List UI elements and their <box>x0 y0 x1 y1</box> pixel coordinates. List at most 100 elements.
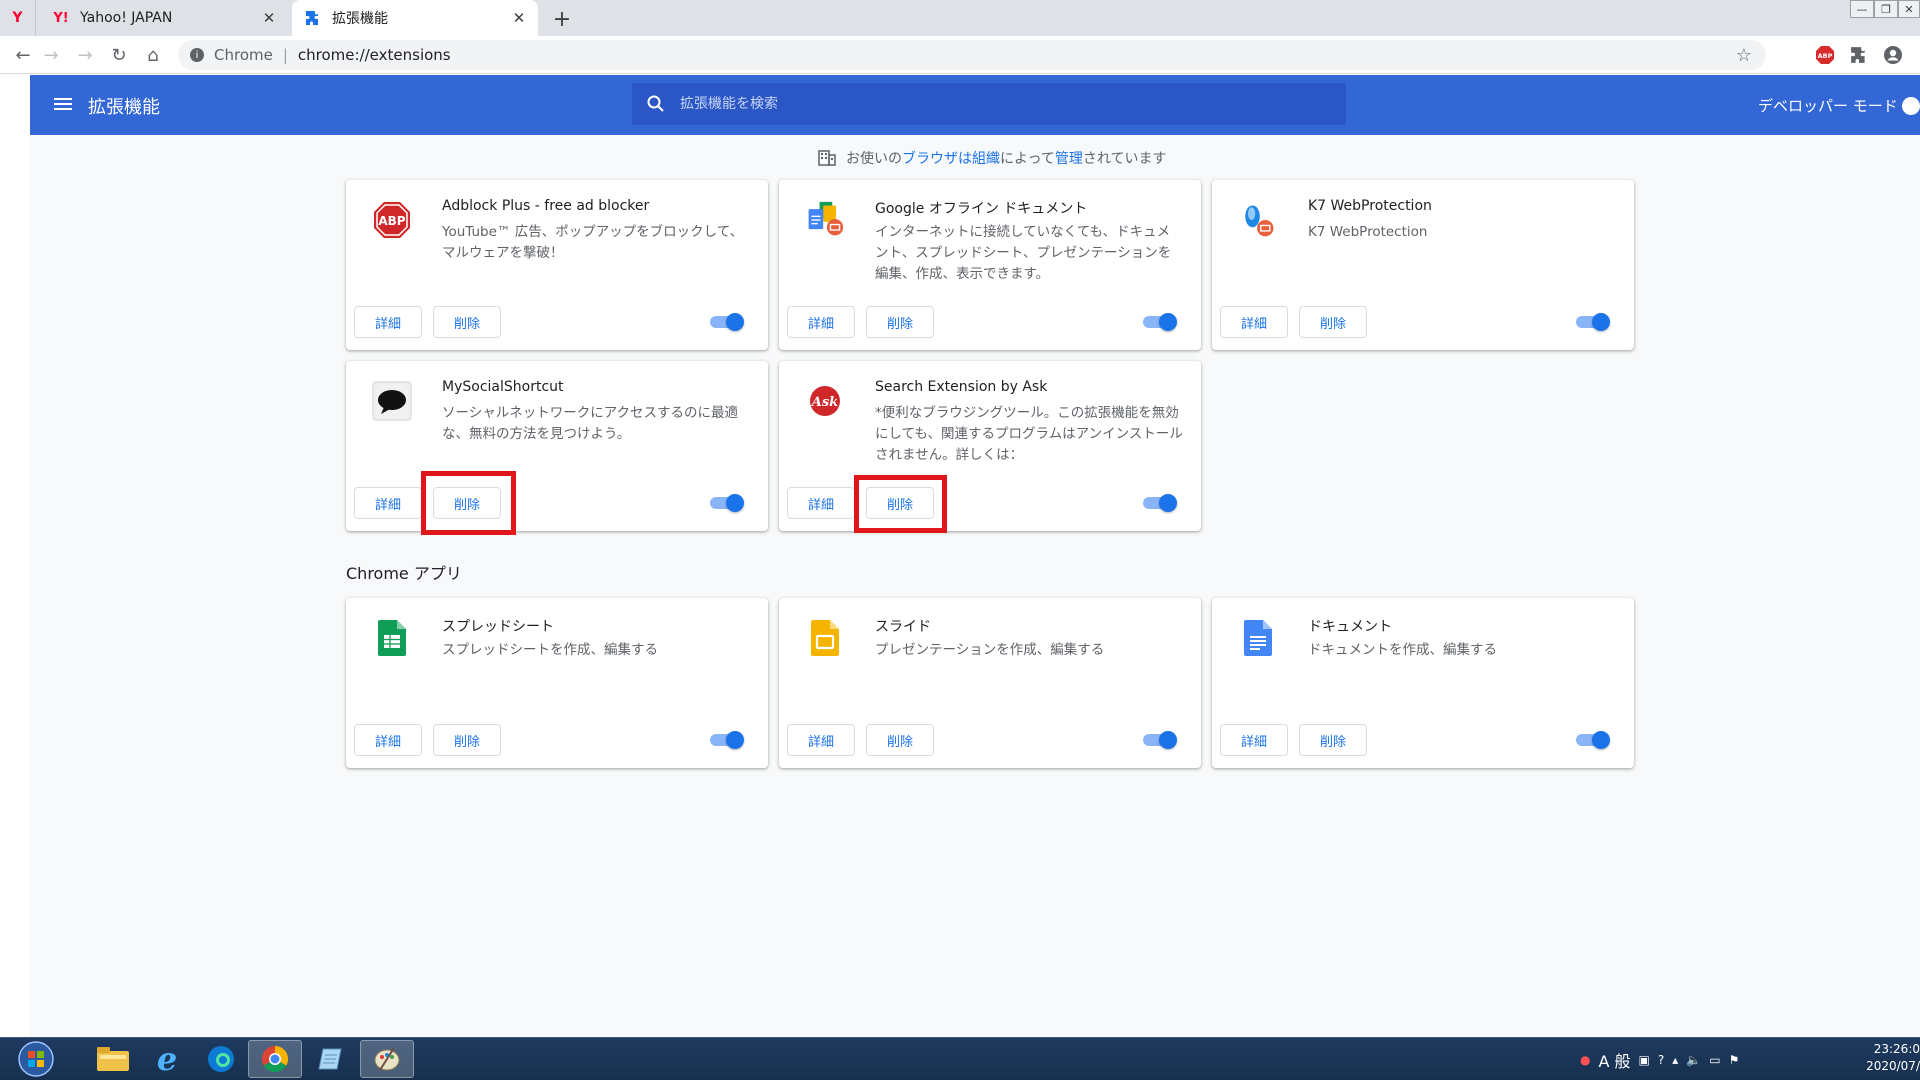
svg-text:ABP: ABP <box>378 214 405 228</box>
ime-indicator[interactable]: A 般 <box>1598 1048 1630 1072</box>
extensions-header: 拡張機能 デベロッパー モード <box>30 75 1920 135</box>
help-icon[interactable]: ? <box>1658 1053 1664 1067</box>
sheets-icon <box>372 618 412 658</box>
tab-extensions[interactable]: 拡張機能 ✕ <box>292 0 538 36</box>
network-icon[interactable]: ▭ <box>1709 1053 1720 1067</box>
slides-icon <box>805 618 845 658</box>
extension-name: Search Extension by Ask <box>875 379 1048 395</box>
tray-expand-icon[interactable]: ▴ <box>1672 1053 1678 1067</box>
paint-icon[interactable] <box>360 1040 414 1078</box>
app-toggle[interactable] <box>1576 731 1610 749</box>
managed-text-prefix: お使いの <box>846 151 902 167</box>
search-box[interactable] <box>632 83 1346 125</box>
close-window-button[interactable]: ✕ <box>1898 0 1920 18</box>
profile-avatar-icon[interactable] <box>1882 44 1904 66</box>
remove-button[interactable]: 削除 <box>433 724 501 756</box>
app-toggle[interactable] <box>710 731 744 749</box>
app-description: スプレッドシートを作成、編集する <box>442 642 658 658</box>
back-icon[interactable]: ← <box>10 42 36 68</box>
notification-icon[interactable]: ● <box>1580 1053 1590 1067</box>
action-center-flag-icon[interactable]: ⚑ <box>1729 1053 1740 1067</box>
details-button[interactable]: 詳細 <box>787 306 855 338</box>
new-tab-button[interactable]: + <box>548 5 576 33</box>
managed-notice: お使いの ブラウザは組織 によって 管理 されています <box>818 148 1166 168</box>
developer-mode-toggle[interactable] <box>1902 97 1920 115</box>
speech-bubble-icon <box>372 381 412 421</box>
developer-mode-label: デベロッパー モード <box>1758 97 1898 115</box>
details-button[interactable]: 詳細 <box>354 724 422 756</box>
close-icon[interactable]: ✕ <box>258 7 280 29</box>
extension-toggle[interactable] <box>1576 313 1610 331</box>
managed-link-manage[interactable]: 管理 <box>1055 148 1083 168</box>
notepad-icon[interactable] <box>304 1040 358 1078</box>
home-icon[interactable]: ⌂ <box>140 42 166 68</box>
search-icon <box>647 95 664 112</box>
puzzle-icon <box>304 9 322 27</box>
minimize-button[interactable]: — <box>1850 0 1874 18</box>
remove-button[interactable]: 削除 <box>866 724 934 756</box>
extension-card-adblock: ABP Adblock Plus - free ad blocker YouTu… <box>346 180 768 350</box>
address-url: chrome://extensions <box>297 46 451 64</box>
abp-icon: ABP <box>372 200 412 240</box>
extension-card-mysocialshortcut: MySocialShortcut ソーシャルネットワークにアクセスするのに最適な… <box>346 361 768 531</box>
extension-description: ソーシャルネットワークにアクセスするのに最適な、無料の方法を見つけよう。 <box>442 405 739 442</box>
search-input[interactable] <box>680 96 1320 112</box>
file-explorer-icon[interactable] <box>86 1040 140 1078</box>
extension-card-google-offline-docs: Google オフライン ドキュメント インターネットに接続していなくても、ドキ… <box>779 180 1201 350</box>
app-name: スプレッドシート <box>442 619 554 635</box>
abp-extension-icon[interactable]: ABP <box>1814 44 1836 66</box>
google-docs-offline-icon <box>805 200 845 240</box>
details-button[interactable]: 詳細 <box>1220 724 1288 756</box>
remove-button[interactable]: 削除 <box>1299 306 1367 338</box>
site-info-icon[interactable]: i <box>190 48 204 62</box>
internet-explorer-icon[interactable]: e <box>140 1040 194 1078</box>
details-button[interactable]: 詳細 <box>1220 306 1288 338</box>
close-icon[interactable]: ✕ <box>508 7 530 29</box>
svg-text:ABP: ABP <box>1818 52 1833 60</box>
tab-yahoo[interactable]: Y! Yahoo! JAPAN ✕ <box>40 0 288 36</box>
managed-link-browser[interactable]: ブラウザは組織 <box>902 148 1000 168</box>
extensions-puzzle-icon[interactable] <box>1848 44 1870 66</box>
taskbar-clock[interactable]: 23:26:0 2020/07/ <box>1860 1041 1920 1075</box>
address-bar[interactable]: i Chrome | chrome://extensions ☆ <box>178 40 1766 70</box>
system-tray: ● A 般 ▣ ? ▴ 🔈 ▭ ⚑ <box>1580 1048 1739 1072</box>
chrome-taskbar-icon[interactable] <box>248 1040 302 1078</box>
extension-toggle[interactable] <box>710 494 744 512</box>
docs-icon <box>1238 618 1278 658</box>
maximize-button[interactable]: ❐ <box>1874 0 1898 18</box>
edge-icon[interactable] <box>194 1040 248 1078</box>
start-button[interactable] <box>0 1040 72 1078</box>
highlight-box-ask-remove <box>854 475 947 533</box>
extension-description: YouTube™ 広告、ポップアップをブロックして、マルウェアを撃破！ <box>442 224 744 261</box>
left-margin <box>0 75 30 1037</box>
tab-strip: Y Y! Yahoo! JAPAN ✕ 拡張機能 ✕ + — ❐ ✕ <box>0 0 1920 36</box>
extension-toggle[interactable] <box>1143 494 1177 512</box>
clock-date: 2020/07/ <box>1866 1059 1920 1073</box>
reload-icon[interactable]: ↻ <box>106 42 132 68</box>
hamburger-menu-icon[interactable] <box>54 95 76 115</box>
remove-button[interactable]: 削除 <box>433 306 501 338</box>
clock-time: 23:26:0 <box>1873 1042 1920 1056</box>
volume-icon[interactable]: 🔈 <box>1686 1053 1701 1067</box>
extension-description: K7 WebProtection <box>1308 224 1428 240</box>
remove-button[interactable]: 削除 <box>1299 724 1367 756</box>
details-button[interactable]: 詳細 <box>354 306 422 338</box>
yahoo-icon: Y! <box>53 10 69 26</box>
details-button[interactable]: 詳細 <box>354 487 422 519</box>
details-button[interactable]: 詳細 <box>787 487 855 519</box>
extension-toggle[interactable] <box>1143 313 1177 331</box>
app-toggle[interactable] <box>1143 731 1177 749</box>
remove-button[interactable]: 削除 <box>866 306 934 338</box>
tab-title: Yahoo! JAPAN <box>80 10 173 26</box>
forward-icon[interactable]: → <box>38 42 64 68</box>
extension-name: Google オフライン ドキュメント <box>875 201 1088 217</box>
details-button[interactable]: 詳細 <box>787 724 855 756</box>
pinned-tab[interactable]: Y <box>0 0 36 36</box>
app-name: スライド <box>875 619 931 635</box>
managed-text-middle: によって <box>1000 151 1055 167</box>
building-icon <box>818 150 836 166</box>
bookmark-star-icon[interactable]: ☆ <box>1736 45 1752 66</box>
extension-toggle[interactable] <box>710 313 744 331</box>
extension-description: インターネットに接続していなくても、ドキュメント、スプレッドシート、プレゼンテー… <box>875 224 1172 282</box>
ime-tools-icon[interactable]: ▣ <box>1639 1053 1650 1067</box>
